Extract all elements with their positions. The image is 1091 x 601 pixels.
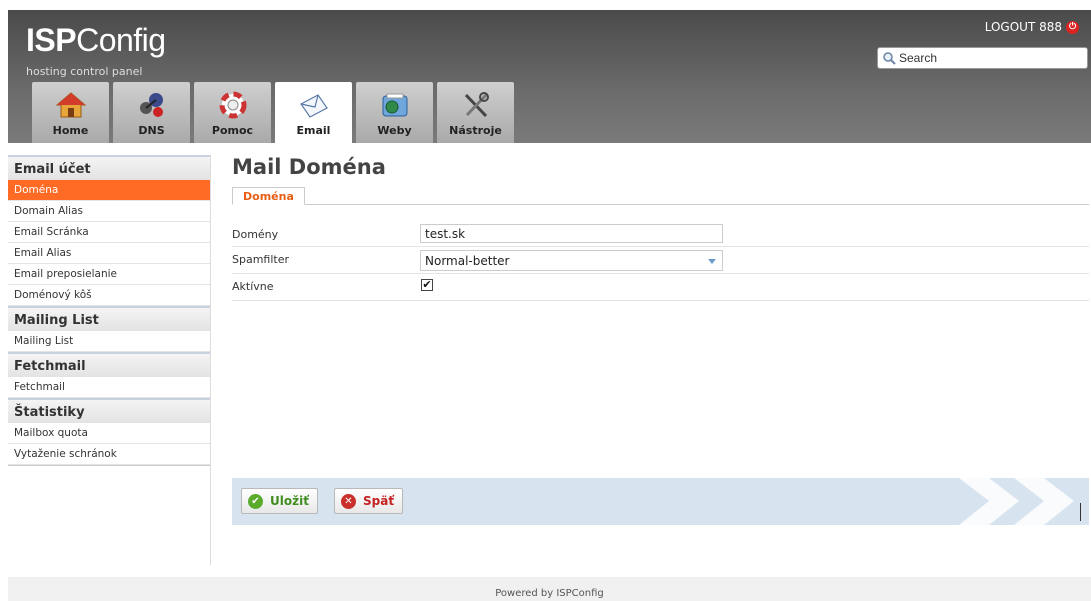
tab-websites[interactable]: Weby: [356, 82, 433, 143]
active-label: Aktívne: [232, 280, 274, 293]
sidebar-item-email-alias[interactable]: Email Alias: [8, 243, 210, 264]
check-icon: ✔: [248, 493, 263, 509]
tab-help[interactable]: Pomoc: [194, 82, 271, 143]
tab-home[interactable]: Home: [32, 82, 109, 143]
dns-icon: [139, 93, 163, 117]
main-content: Mail Doména Doména Domény Spamfilter Nor…: [232, 155, 1089, 525]
back-button-label: Späť: [363, 494, 395, 508]
sidebar-section-statistics: Štatistiky: [8, 398, 210, 423]
search-icon: [883, 52, 896, 65]
tab-email-label: Email: [296, 124, 331, 137]
websites-icon: [382, 93, 407, 117]
footer-text: Powered by ISPConfig: [495, 588, 604, 599]
subtab-bar: Doména: [232, 187, 1089, 205]
sidebar-section-email-account: Email účet: [8, 155, 210, 180]
active-checkbox[interactable]: ✔: [421, 279, 433, 291]
spamfilter-value: Normal-better: [425, 254, 510, 268]
tab-dns-label: DNS: [138, 124, 165, 137]
tab-tools[interactable]: Nástroje: [437, 82, 514, 143]
tab-dns[interactable]: DNS: [113, 82, 190, 143]
spamfilter-select[interactable]: Normal-better: [420, 250, 723, 271]
form-row-domain: Domény: [232, 222, 1089, 247]
search-input[interactable]: [899, 51, 1079, 65]
text-cursor: [1080, 503, 1081, 521]
logo: ISPConfig: [26, 22, 166, 58]
sidebar-item-fetchmail[interactable]: Fetchmail: [8, 377, 210, 398]
sidebar-section-fetchmail: Fetchmail: [8, 352, 210, 377]
power-icon[interactable]: ⏻: [1066, 20, 1079, 34]
tagline: hosting control panel: [26, 65, 143, 78]
search-box[interactable]: [877, 47, 1088, 69]
tools-icon: [464, 92, 489, 118]
page-title: Mail Doména: [232, 155, 386, 179]
save-button-label: Uložiť: [270, 494, 309, 508]
tab-email[interactable]: Email: [275, 82, 352, 143]
sidebar-item-mailbox-usage[interactable]: Vytaženie schránok: [8, 444, 210, 465]
tab-tools-label: Nástroje: [449, 124, 502, 137]
sidebar-item-domain-catchall[interactable]: Doménový kôš: [8, 285, 210, 306]
home-icon: [55, 92, 86, 118]
save-button[interactable]: ✔ Uložiť: [241, 488, 318, 514]
back-button[interactable]: ✕ Späť: [334, 488, 404, 514]
sidebar: Email účet Doména Domain Alias Email Scr…: [8, 155, 211, 565]
tab-help-label: Pomoc: [211, 124, 254, 137]
logout-link[interactable]: LOGOUT 888 ⏻: [985, 20, 1079, 34]
button-bar: ✔ Uložiť ✕ Späť: [232, 478, 1089, 525]
domain-input[interactable]: [420, 224, 723, 243]
spamfilter-label: Spamfilter: [232, 253, 290, 266]
tab-websites-label: Weby: [377, 124, 412, 137]
chevron-decoration: [959, 478, 1074, 525]
logout-label: LOGOUT 888: [984, 20, 1062, 34]
tab-home-label: Home: [52, 124, 89, 137]
envelope-icon: [299, 94, 328, 118]
footer: Powered by ISPConfig: [8, 577, 1091, 601]
subtab-domain[interactable]: Doména: [232, 187, 305, 205]
form-row-active: Aktívne ✔: [232, 274, 1089, 301]
sidebar-divider: [8, 465, 210, 467]
sidebar-item-domain-alias[interactable]: Domain Alias: [8, 201, 210, 222]
cancel-icon: ✕: [341, 493, 356, 509]
sidebar-section-mailing-list: Mailing List: [8, 306, 210, 331]
chevron-down-icon: [708, 259, 716, 264]
sidebar-item-email-forward[interactable]: Email preposielanie: [8, 264, 210, 285]
help-icon: [219, 91, 246, 119]
sidebar-item-email-mailbox[interactable]: Email Scránka: [8, 222, 210, 243]
sidebar-item-domain[interactable]: Doména: [8, 180, 210, 201]
sidebar-item-mailbox-quota[interactable]: Mailbox quota: [8, 423, 210, 444]
main-nav: Home DNS Pomoc Email Weby Nástroje: [32, 82, 514, 143]
header: ISPConfig hosting control panel LOGOUT 8…: [8, 10, 1091, 143]
sidebar-item-mailing-list[interactable]: Mailing List: [8, 331, 210, 352]
domain-label: Domény: [232, 228, 279, 241]
form-row-spamfilter: Spamfilter Normal-better: [232, 247, 1089, 274]
